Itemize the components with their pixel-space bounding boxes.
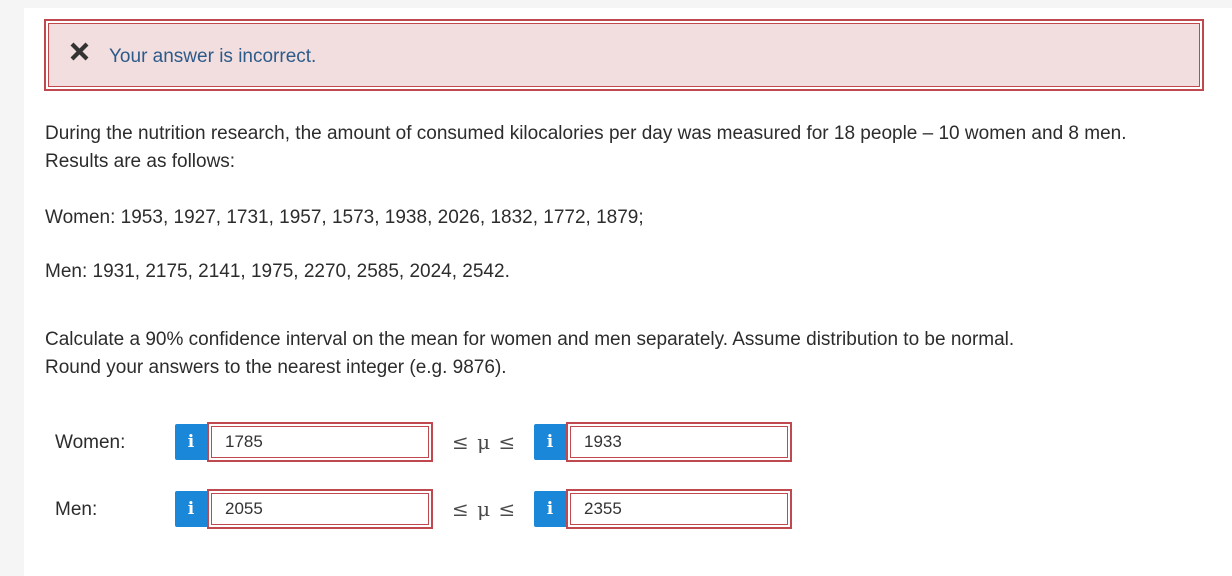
men-lower-input[interactable] xyxy=(215,495,425,523)
women-upper-input[interactable] xyxy=(574,428,784,456)
women-data: Women: 1953, 1927, 1731, 1957, 1573, 193… xyxy=(45,207,644,228)
alert-message: Your answer is incorrect. xyxy=(109,46,317,67)
info-icon[interactable]: i xyxy=(175,491,207,527)
task-line1: Calculate a 90% confidence interval on t… xyxy=(45,329,1015,350)
men-upper-field xyxy=(566,489,792,529)
incorrect-alert: Your answer is incorrect. xyxy=(44,19,1204,91)
close-icon xyxy=(68,39,92,63)
info-icon[interactable]: i xyxy=(175,424,207,460)
problem-intro-line2: Results are as follows: xyxy=(45,151,236,172)
men-upper-input[interactable] xyxy=(574,495,784,523)
men-label: Men: xyxy=(55,499,98,520)
problem-intro-line1: During the nutrition research, the amoun… xyxy=(45,123,1127,144)
mu-inequality: ≤ μ ≤ xyxy=(452,497,517,521)
info-icon[interactable]: i xyxy=(534,424,566,460)
task-line2: Round your answers to the nearest intege… xyxy=(45,357,507,378)
info-icon[interactable]: i xyxy=(534,491,566,527)
women-lower-field xyxy=(207,422,433,462)
women-upper-field xyxy=(566,422,792,462)
women-lower-input[interactable] xyxy=(215,428,425,456)
men-lower-field xyxy=(207,489,433,529)
women-label: Women: xyxy=(55,432,126,453)
men-data: Men: 1931, 2175, 2141, 1975, 2270, 2585,… xyxy=(45,261,510,282)
mu-inequality: ≤ μ ≤ xyxy=(452,430,517,454)
